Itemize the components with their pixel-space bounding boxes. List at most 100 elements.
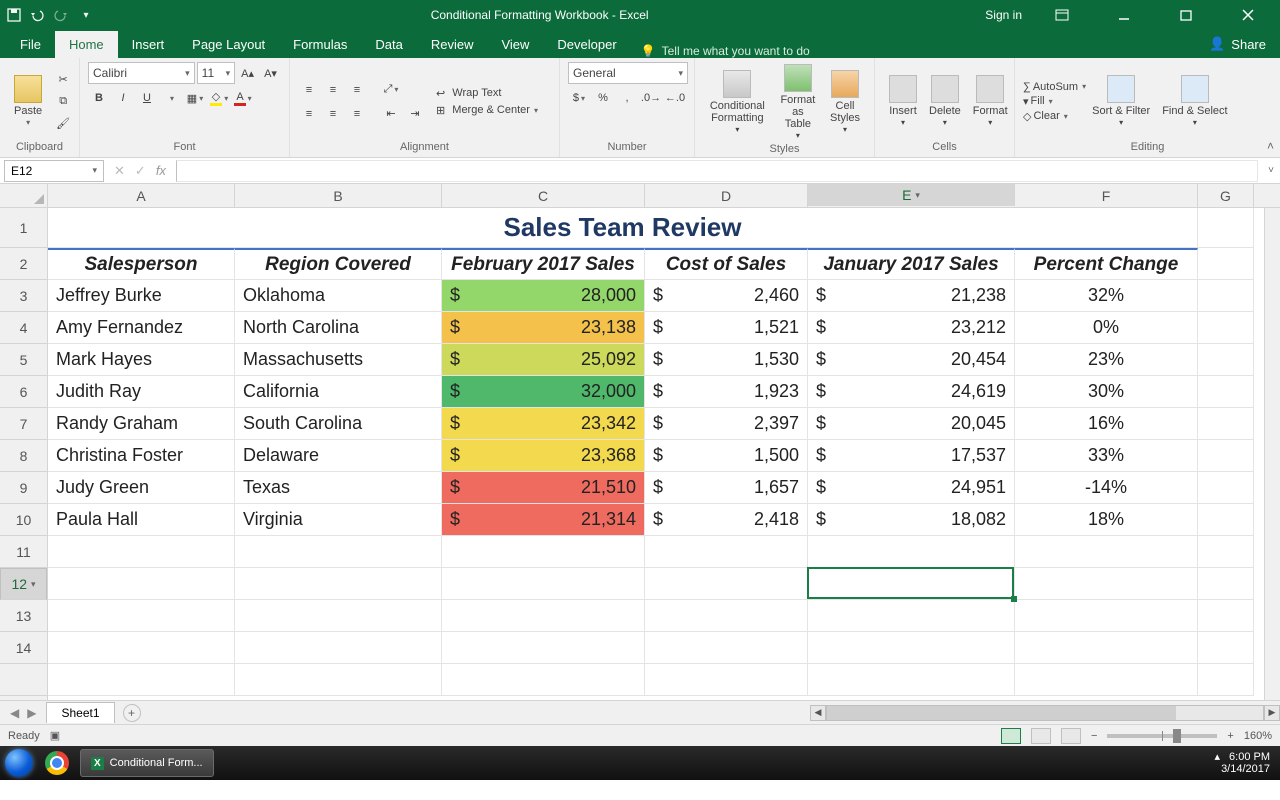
- col-head-a[interactable]: A: [48, 184, 235, 207]
- cell-C[interactable]: $28,000: [442, 280, 645, 312]
- cell-B[interactable]: Oklahoma: [235, 280, 442, 312]
- align-center-icon[interactable]: ≡: [322, 104, 344, 124]
- cell-D[interactable]: [645, 568, 808, 600]
- comma-format-icon[interactable]: ,: [616, 88, 638, 108]
- cell-F[interactable]: [1015, 568, 1198, 600]
- cell-D[interactable]: $1,521: [645, 312, 808, 344]
- align-left-icon[interactable]: ≡: [298, 104, 320, 124]
- cell-C[interactable]: [442, 632, 645, 664]
- spreadsheet-grid[interactable]: A B C D E F G 1234567891011121314 Sales …: [0, 184, 1280, 700]
- merge-center-button[interactable]: ⊞ Merge & Center: [436, 104, 538, 117]
- cell-E[interactable]: $24,951: [808, 472, 1015, 504]
- font-size-select[interactable]: 11: [197, 62, 235, 84]
- fill-handle[interactable]: [1011, 596, 1017, 602]
- cell-B[interactable]: [235, 600, 442, 632]
- macro-record-icon[interactable]: ▣: [50, 729, 60, 742]
- sort-filter-button[interactable]: Sort & Filter▾: [1086, 73, 1156, 130]
- cell-F[interactable]: [1015, 664, 1198, 696]
- cell-E[interactable]: [808, 536, 1015, 568]
- cell-G[interactable]: [1198, 632, 1254, 664]
- cell-G[interactable]: [1198, 280, 1254, 312]
- cell-F[interactable]: 0%: [1015, 312, 1198, 344]
- col-head-f[interactable]: F: [1015, 184, 1198, 207]
- system-tray[interactable]: ▴ 6:00 PM 3/14/2017: [1204, 751, 1280, 775]
- cell-A[interactable]: Paula Hall: [48, 504, 235, 536]
- row-head-7[interactable]: 7: [0, 408, 47, 440]
- cell-A[interactable]: Judith Ray: [48, 376, 235, 408]
- minimize-icon[interactable]: [1102, 0, 1146, 30]
- cell-F[interactable]: 30%: [1015, 376, 1198, 408]
- view-page-break-icon[interactable]: [1061, 728, 1081, 744]
- border-button[interactable]: ▦: [184, 88, 206, 108]
- cell-E[interactable]: [808, 600, 1015, 632]
- paste-button[interactable]: Paste ▾: [8, 73, 48, 130]
- row-head-9[interactable]: 9: [0, 472, 47, 504]
- zoom-out-icon[interactable]: −: [1091, 730, 1097, 742]
- clear-button[interactable]: ◇ Clear: [1023, 110, 1086, 123]
- cell-G[interactable]: [1198, 600, 1254, 632]
- cell-G[interactable]: [1198, 344, 1254, 376]
- align-top-icon[interactable]: ≡: [298, 80, 320, 100]
- tab-review[interactable]: Review: [417, 31, 488, 58]
- delete-cells-button[interactable]: Delete▾: [923, 73, 967, 130]
- cell-B[interactable]: North Carolina: [235, 312, 442, 344]
- cell-E[interactable]: $21,238: [808, 280, 1015, 312]
- cell-G[interactable]: [1198, 536, 1254, 568]
- cell-F[interactable]: 32%: [1015, 280, 1198, 312]
- increase-decimal-icon[interactable]: .0→: [640, 88, 662, 108]
- font-color-button[interactable]: A: [232, 88, 254, 108]
- undo-icon[interactable]: [30, 7, 46, 23]
- wrap-text-button[interactable]: ↩ Wrap Text: [436, 87, 538, 100]
- cell-C[interactable]: $21,314: [442, 504, 645, 536]
- cell-G[interactable]: [1198, 248, 1254, 280]
- cell-A[interactable]: [48, 664, 235, 696]
- tab-insert[interactable]: Insert: [118, 31, 179, 58]
- cell-D[interactable]: Cost of Sales: [645, 248, 808, 280]
- close-icon[interactable]: [1226, 0, 1270, 30]
- name-box[interactable]: E12: [4, 160, 104, 182]
- tab-developer[interactable]: Developer: [543, 31, 630, 58]
- find-select-button[interactable]: Find & Select▾: [1156, 73, 1233, 130]
- row-head-3[interactable]: 3: [0, 280, 47, 312]
- zoom-slider[interactable]: [1107, 734, 1217, 738]
- select-all-corner[interactable]: [0, 184, 48, 208]
- cell-G[interactable]: [1198, 504, 1254, 536]
- cell-styles-button[interactable]: Cell Styles▾: [824, 68, 866, 137]
- decrease-decimal-icon[interactable]: ←.0: [664, 88, 686, 108]
- cell-C[interactable]: [442, 600, 645, 632]
- cell-E[interactable]: January 2017 Sales: [808, 248, 1015, 280]
- tab-file[interactable]: File: [6, 31, 55, 58]
- format-cells-button[interactable]: Format▾: [967, 73, 1014, 130]
- conditional-formatting-button[interactable]: Conditional Formatting▾: [703, 68, 772, 137]
- cell-D[interactable]: $2,460: [645, 280, 808, 312]
- tray-chevron-icon[interactable]: ▴: [1214, 751, 1220, 763]
- cell-B[interactable]: Region Covered: [235, 248, 442, 280]
- cell-A[interactable]: Randy Graham: [48, 408, 235, 440]
- cell-D[interactable]: $1,923: [645, 376, 808, 408]
- sheet-tab-1[interactable]: Sheet1: [46, 702, 114, 723]
- cell-D[interactable]: $2,418: [645, 504, 808, 536]
- cell-G[interactable]: [1198, 376, 1254, 408]
- taskbar-chrome[interactable]: [38, 751, 76, 775]
- cell-B[interactable]: Texas: [235, 472, 442, 504]
- view-page-layout-icon[interactable]: [1031, 728, 1051, 744]
- title-cell[interactable]: Sales Team Review: [48, 208, 1198, 248]
- collapse-ribbon-icon[interactable]: ˄: [1267, 139, 1274, 153]
- cell-B[interactable]: Massachusetts: [235, 344, 442, 376]
- cell-G[interactable]: [1198, 208, 1254, 248]
- ribbon-display-options-icon[interactable]: [1040, 0, 1084, 30]
- cell-D[interactable]: $1,657: [645, 472, 808, 504]
- cell-C[interactable]: $32,000: [442, 376, 645, 408]
- copy-icon[interactable]: ⧉: [52, 92, 74, 112]
- cell-G[interactable]: [1198, 664, 1254, 696]
- cut-icon[interactable]: ✂: [52, 70, 74, 90]
- share-button[interactable]: 👤 Share: [1195, 30, 1280, 58]
- cell-D[interactable]: [645, 664, 808, 696]
- cell-C[interactable]: [442, 568, 645, 600]
- number-format-select[interactable]: General: [568, 62, 688, 84]
- cell-A[interactable]: Amy Fernandez: [48, 312, 235, 344]
- tell-me-search[interactable]: 💡 Tell me what you want to do: [641, 44, 810, 58]
- cell-G[interactable]: [1198, 312, 1254, 344]
- cell-G[interactable]: [1198, 472, 1254, 504]
- accounting-format-icon[interactable]: $: [568, 88, 590, 108]
